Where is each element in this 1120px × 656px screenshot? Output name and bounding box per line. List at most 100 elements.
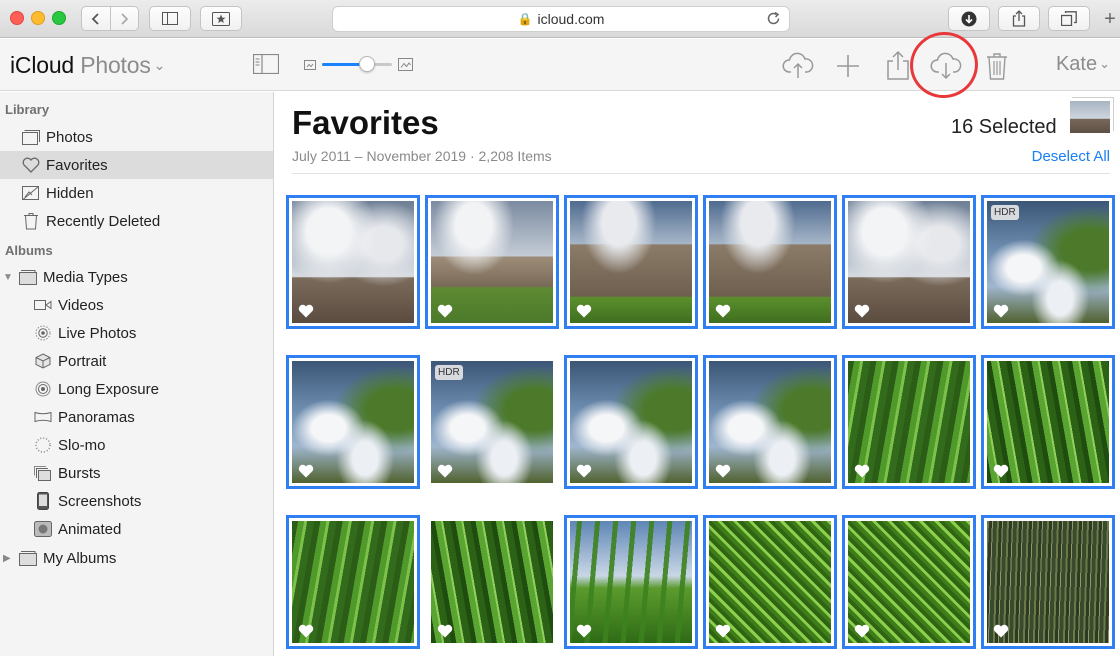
favorite-heart-icon[interactable] — [715, 304, 731, 318]
hdr-badge: HDR — [435, 365, 463, 380]
photo-thumbnail[interactable] — [842, 515, 976, 649]
close-window-button[interactable] — [10, 11, 24, 25]
zoom-slider-knob[interactable] — [359, 56, 375, 72]
photo-thumbnail[interactable] — [842, 195, 976, 329]
favorite-heart-icon[interactable] — [993, 464, 1009, 478]
zoom-slider[interactable] — [322, 56, 392, 72]
favorite-heart-icon[interactable] — [298, 624, 314, 638]
favorite-heart-icon[interactable] — [298, 304, 314, 318]
sidebar-item-label: Long Exposure — [58, 380, 159, 398]
sidebar-item-label: My Albums — [43, 549, 117, 567]
minimize-window-button[interactable] — [31, 11, 45, 25]
reload-button[interactable] — [766, 11, 781, 29]
photo-thumbnail[interactable] — [286, 195, 420, 329]
user-menu[interactable]: Kate ⌄ — [1056, 53, 1110, 76]
photo-thumbnail[interactable] — [564, 355, 698, 489]
long-exposure-icon — [32, 380, 54, 398]
sidebar-item-portrait[interactable]: Portrait — [0, 347, 273, 375]
live-photos-icon — [32, 324, 54, 342]
disclosure-open-icon[interactable]: ▼ — [3, 272, 17, 283]
sidebar-item-screenshots[interactable]: Screenshots — [0, 487, 273, 515]
star-icon — [212, 11, 230, 26]
photo-thumbnail[interactable] — [703, 515, 837, 649]
sidebar-item-animated[interactable]: Animated — [0, 515, 273, 543]
add-to-album-button[interactable] — [835, 53, 861, 79]
favorite-heart-icon[interactable] — [715, 464, 731, 478]
photo-thumbnail[interactable] — [425, 195, 559, 329]
folder-icon — [17, 268, 39, 286]
show-tabs-button[interactable] — [1048, 6, 1090, 31]
favorite-heart-icon[interactable] — [576, 624, 592, 638]
sidebar-item-bursts[interactable]: Bursts — [0, 459, 273, 487]
sidebar-item-favorites[interactable]: Favorites — [0, 151, 273, 179]
sidebar-item-media-types[interactable]: ▼ Media Types — [0, 263, 273, 291]
photos-icon — [20, 128, 42, 146]
app-switcher[interactable]: iCloud Photos ⌄ — [10, 52, 165, 79]
forward-button[interactable] — [109, 7, 139, 30]
heart-icon — [20, 156, 42, 174]
trash-icon — [20, 212, 42, 230]
sidebar-item-photos[interactable]: Photos — [0, 123, 273, 151]
photo-thumbnail[interactable] — [981, 355, 1115, 489]
app-title-sub: Photos — [80, 52, 151, 78]
zoom-window-button[interactable] — [52, 11, 66, 25]
chevron-down-icon: ⌄ — [153, 57, 166, 73]
show-sidebar-button[interactable] — [149, 6, 191, 31]
photo-thumbnail[interactable]: HDR — [431, 361, 553, 483]
photo-thumbnail[interactable] — [703, 195, 837, 329]
favorite-heart-icon[interactable] — [298, 464, 314, 478]
photo-thumbnail[interactable] — [286, 355, 420, 489]
sidebar-item-hidden[interactable]: Hidden — [0, 179, 273, 207]
favorite-heart-icon[interactable] — [576, 464, 592, 478]
sidebar-item-label: Hidden — [46, 184, 94, 202]
portrait-icon — [32, 352, 54, 370]
sidebar-item-my-albums[interactable]: ▶ My Albums — [0, 544, 273, 572]
photo-thumbnail[interactable] — [431, 521, 553, 643]
favorite-heart-icon[interactable] — [437, 304, 453, 318]
upload-button[interactable] — [782, 51, 814, 79]
favorite-heart-icon[interactable] — [854, 464, 870, 478]
deselect-all-link[interactable]: Deselect All — [1032, 148, 1110, 165]
photo-thumbnail[interactable] — [842, 355, 976, 489]
delete-button[interactable] — [984, 51, 1010, 81]
sidebar-item-panoramas[interactable]: Panoramas — [0, 403, 273, 431]
favorite-heart-icon[interactable] — [715, 624, 731, 638]
toggle-sidebar-button[interactable] — [253, 53, 279, 75]
photo-thumbnail[interactable]: HDR — [981, 195, 1115, 329]
sidebar-item-live-photos[interactable]: Live Photos — [0, 319, 273, 347]
favorite-heart-icon[interactable] — [854, 304, 870, 318]
disclosure-closed-icon[interactable]: ▶ — [3, 553, 17, 564]
sidebar-item-recently-deleted[interactable]: Recently Deleted — [0, 207, 273, 235]
photo-thumbnail[interactable] — [286, 515, 420, 649]
sidebar-item-label: Portrait — [58, 352, 107, 370]
new-tab-button[interactable]: + — [1100, 6, 1120, 32]
back-button[interactable] — [82, 7, 110, 30]
bursts-icon — [32, 464, 54, 482]
downloads-button[interactable] — [948, 6, 990, 31]
favorite-heart-icon[interactable] — [437, 624, 453, 638]
large-thumbnail-icon — [398, 58, 413, 71]
reload-icon — [767, 11, 780, 25]
share-button[interactable] — [884, 49, 912, 81]
favorite-heart-icon[interactable] — [854, 624, 870, 638]
address-bar[interactable]: 🔒 icloud.com — [332, 6, 790, 32]
favorite-heart-icon[interactable] — [993, 624, 1009, 638]
photo-thumbnail[interactable] — [703, 355, 837, 489]
sidebar-item-label: Slo-mo — [58, 436, 106, 454]
sidebar-item-videos[interactable]: Videos — [0, 291, 273, 319]
sidebar-item-long-exposure[interactable]: Long Exposure — [0, 375, 273, 403]
video-icon — [32, 296, 54, 314]
photo-thumbnail[interactable] — [564, 195, 698, 329]
chevron-down-icon: ⌄ — [1099, 56, 1110, 71]
favorite-heart-icon[interactable] — [576, 304, 592, 318]
share-page-button[interactable] — [998, 6, 1040, 31]
photo-thumbnail[interactable] — [981, 515, 1115, 649]
favorite-heart-icon[interactable] — [993, 304, 1009, 318]
photo-thumbnail[interactable] — [564, 515, 698, 649]
favorite-heart-icon[interactable] — [437, 464, 453, 478]
plus-icon — [837, 55, 859, 77]
lock-icon: 🔒 — [517, 12, 533, 26]
back-forward-group — [81, 6, 139, 31]
sidebar-item-slo-mo[interactable]: Slo-mo — [0, 431, 273, 459]
bookmarks-button[interactable] — [200, 6, 242, 31]
